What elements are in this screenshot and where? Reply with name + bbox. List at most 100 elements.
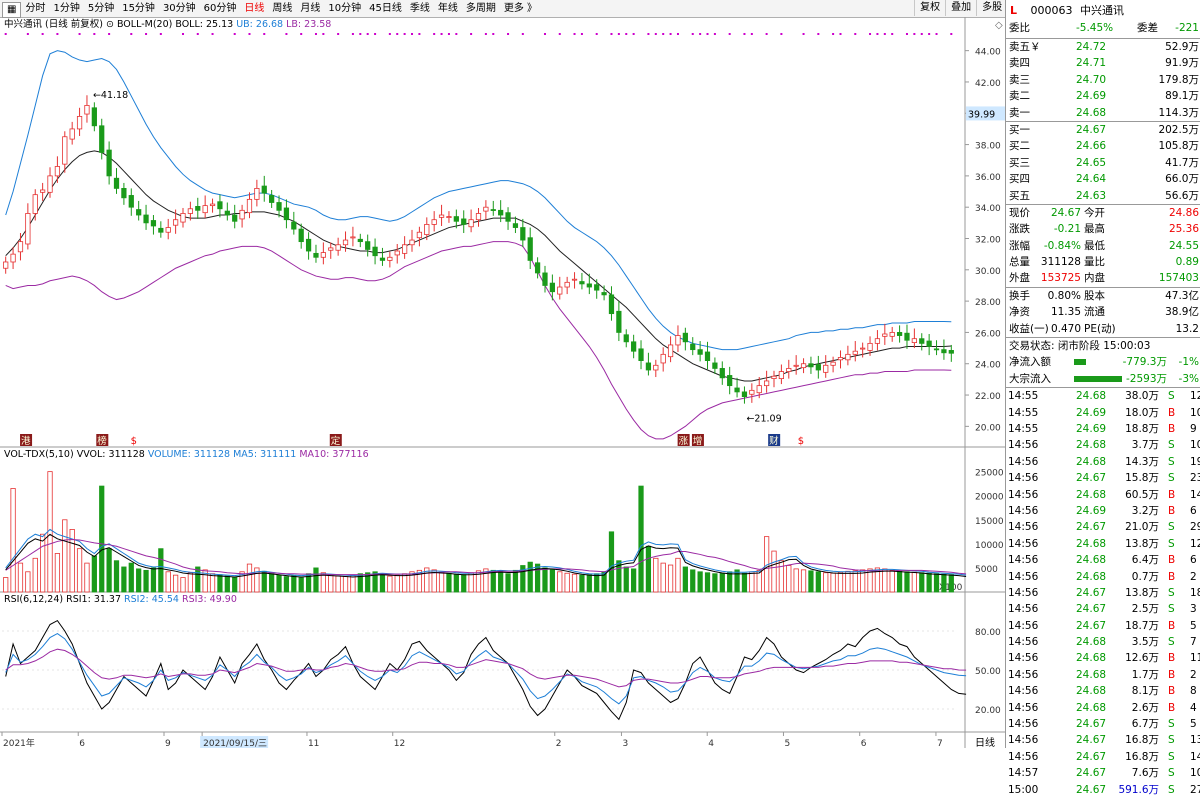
volume-bar	[468, 572, 474, 593]
tab-period-1[interactable]: 1分钟	[49, 2, 83, 16]
chart-svg[interactable]: 中兴通讯 (日线 前复权) ⊙ BOLL-M(20) BOLL: 25.13 U…	[0, 16, 1006, 749]
order-price: 24.69	[1076, 90, 1107, 103]
tick-row: 14:56 24.67 21.0万 S 29	[1006, 519, 1200, 535]
tick-count: 18	[1190, 586, 1200, 599]
sell-orders: 卖五￥ 24.72 52.9万 卖四 24.71 91.9万 卖三 24.70 179.8万 卖二…	[1006, 39, 1200, 122]
tick-count: 2	[1190, 570, 1197, 583]
volume-bar	[549, 569, 555, 593]
volume-bar	[623, 566, 629, 593]
tick-time: 14:56	[1008, 586, 1039, 599]
tick-time: 14:56	[1008, 537, 1039, 550]
stat-label: 今开	[1084, 206, 1105, 219]
tick-time: 14:56	[1008, 603, 1039, 616]
tick-price: 24.67	[1076, 750, 1107, 763]
tab-period-5[interactable]: 60分钟	[200, 2, 241, 16]
flow-value: -2593万	[1125, 372, 1167, 385]
order-volume: 89.1万	[1165, 90, 1199, 103]
grid-icon[interactable]: ▦	[2, 2, 22, 18]
tick-volume: 8.1万	[1131, 685, 1159, 698]
tab-period-14[interactable]: 更多 》	[500, 2, 541, 16]
tab-period-10[interactable]: 45日线	[365, 2, 406, 16]
stat-row: 现价 24.67 今开 24.86	[1006, 205, 1200, 221]
signal-dot	[484, 33, 487, 35]
kline-chart[interactable]: 中兴通讯 (日线 前复权) ⊙ BOLL-M(20) BOLL: 25.13 U…	[0, 16, 1006, 749]
tab-period-6[interactable]: 日线	[240, 2, 268, 16]
weibi-value: -5.45%	[1076, 22, 1114, 34]
volume-bar	[660, 562, 666, 593]
order-label: 卖四	[1009, 57, 1030, 70]
toolbar-button-1[interactable]: 叠加	[945, 0, 977, 16]
order-price: 24.71	[1076, 57, 1107, 70]
volume-bar	[498, 571, 504, 593]
order-volume: 114.3万	[1158, 106, 1199, 119]
tab-period-12[interactable]: 年线	[434, 2, 462, 16]
tick-row: 14:56 24.68 60.5万 B 14	[1006, 487, 1200, 503]
volume-bar	[948, 574, 954, 593]
order-volume: 105.8万	[1158, 140, 1199, 153]
event-mark-dollar[interactable]: $	[798, 436, 804, 447]
candle	[645, 362, 652, 371]
order-row: 卖一 24.68 114.3万	[1006, 105, 1200, 121]
tick-price: 24.67	[1076, 472, 1107, 485]
signal-dot	[41, 33, 44, 35]
tab-period-8[interactable]: 月线	[296, 2, 324, 16]
tick-count: 5	[1190, 718, 1197, 731]
candle	[586, 283, 592, 288]
toolbar-button-2[interactable]: 多股	[976, 0, 1008, 16]
signal-dot	[891, 33, 894, 35]
tick-count: 7	[1190, 636, 1197, 649]
candle	[261, 185, 267, 194]
tab-period-13[interactable]: 多周期	[462, 2, 500, 16]
tab-period-11[interactable]: 季线	[406, 2, 434, 16]
tab-period-3[interactable]: 15分钟	[118, 2, 159, 16]
order-price: 24.63	[1076, 189, 1107, 202]
candle	[690, 343, 696, 351]
tick-price: 24.69	[1076, 406, 1107, 419]
tab-period-4[interactable]: 30分钟	[159, 2, 200, 16]
candle	[350, 236, 356, 239]
volume-bar	[808, 570, 814, 593]
signal-dot	[610, 33, 613, 35]
order-volume: 91.9万	[1165, 57, 1199, 70]
volume-bar	[335, 575, 341, 593]
tick-row: 14:56 24.68 3.5万 S 7	[1006, 634, 1200, 650]
tick-count: 5	[1190, 619, 1197, 632]
tick-side: S	[1168, 521, 1175, 534]
tab-period-7[interactable]: 周线	[268, 2, 296, 16]
tick-side: S	[1168, 439, 1175, 452]
toolbar-button-0[interactable]: 复权	[914, 0, 946, 16]
tab-period-2[interactable]: 5分钟	[84, 2, 118, 16]
volume-bar	[815, 571, 821, 593]
tick-count: 8	[1190, 685, 1197, 698]
tick-list[interactable]: 14:5524.6838.0万S1214:5524.6918.0万B1014:5…	[1006, 388, 1200, 798]
price-marker: 39.99	[968, 109, 995, 120]
tick-price: 24.68	[1076, 685, 1107, 698]
volume-bar	[276, 574, 282, 593]
tick-row: 14:56 24.68 1.7万 B 2	[1006, 667, 1200, 683]
chevron-down-icon[interactable]: ◇	[995, 20, 1003, 31]
candle	[498, 209, 504, 216]
share-label: 收益(一)	[1009, 322, 1049, 335]
candle	[453, 216, 459, 222]
order-label: 买四	[1009, 173, 1030, 186]
tab-period-0[interactable]: 分时	[21, 2, 49, 16]
volume-bar	[638, 485, 644, 593]
volume-bar	[675, 557, 681, 593]
signal-dot	[676, 33, 679, 35]
candle	[187, 208, 193, 214]
volume-bar	[919, 572, 925, 593]
stock-name: 中兴通讯	[1080, 4, 1125, 17]
date-label: 9	[165, 739, 171, 748]
candle	[808, 363, 814, 368]
candle	[800, 363, 807, 369]
tick-time: 14:56	[1008, 439, 1039, 452]
candle	[653, 364, 659, 371]
tick-count: 10	[1190, 767, 1200, 780]
candle	[860, 347, 866, 350]
volume-bar	[246, 563, 253, 593]
volume-bar	[704, 572, 711, 593]
tick-volume: 18.8万	[1125, 422, 1159, 435]
event-mark-dollar[interactable]: $	[131, 436, 137, 447]
candle	[697, 349, 703, 355]
tab-period-9[interactable]: 10分钟	[324, 2, 365, 16]
